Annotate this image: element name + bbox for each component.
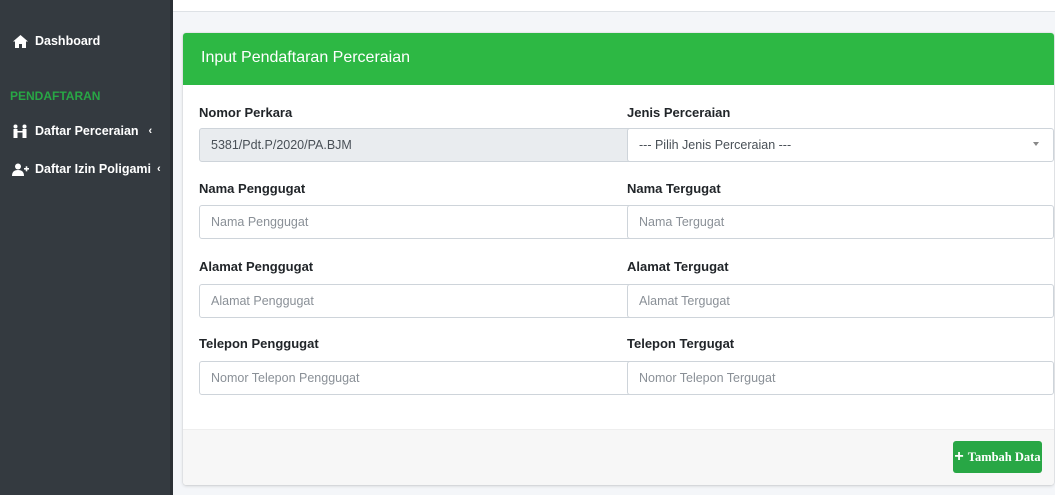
sidebar-item-label: Daftar Perceraian [35, 124, 139, 138]
chevron-left-icon: ‹ [157, 163, 161, 175]
jenis-perceraian-selected: --- Pilih Jenis Perceraian --- [639, 138, 792, 152]
sidebar: Dashboard PENDAFTARAN Daftar Perceraian … [0, 0, 173, 495]
tambah-data-label: Tambah Data [967, 449, 1041, 464]
sidebar-item-daftar-izin-poligami[interactable]: Daftar Izin Poligami ‹ [11, 162, 161, 176]
user-plus-icon [11, 162, 29, 176]
sidebar-item-dashboard[interactable]: Dashboard [11, 34, 100, 48]
telepon-penggugat-input[interactable]: Nomor Telepon Penggugat [199, 361, 635, 395]
plus-icon: + [954, 448, 964, 465]
tambah-data-button[interactable]: + Tambah Data [953, 441, 1042, 473]
telepon-tergugat-input[interactable]: Nomor Telepon Tergugat [627, 361, 1054, 395]
card-footer: + Tambah Data [183, 429, 1054, 485]
jenis-perceraian-select[interactable]: --- Pilih Jenis Perceraian --- [627, 128, 1054, 162]
sidebar-item-daftar-perceraian[interactable]: Daftar Perceraian ‹ [11, 124, 152, 138]
alamat-penggugat-input[interactable]: Alamat Penggugat [199, 284, 635, 318]
card-title: Input Pendaftaran Perceraian [183, 33, 1054, 85]
nama-penggugat-input[interactable]: Nama Penggugat [199, 205, 635, 239]
alamat-tergugat-input[interactable]: Alamat Tergugat [627, 284, 1054, 318]
telepon-tergugat-label: Telepon Tergugat [627, 336, 735, 351]
telepon-penggugat-label: Telepon Penggugat [199, 336, 319, 351]
jenis-perceraian-label: Jenis Perceraian [627, 105, 731, 120]
form-card: Input Pendaftaran Perceraian Nomor Perka… [183, 33, 1054, 485]
chevron-left-icon: ‹ [148, 125, 153, 137]
alamat-tergugat-label: Alamat Tergugat [627, 259, 729, 274]
top-navbar [173, 0, 1055, 12]
couple-icon [11, 124, 29, 138]
alamat-penggugat-label: Alamat Penggugat [199, 259, 314, 274]
sidebar-item-label: Dashboard [35, 34, 101, 48]
nomor-perkara-field[interactable]: 5381/Pdt.P/2020/PA.BJM [199, 128, 635, 162]
home-icon [11, 34, 29, 48]
sidebar-edge [170, 0, 173, 495]
sidebar-item-label: Daftar Izin Poligami [35, 162, 151, 176]
caret-down-icon [1033, 142, 1039, 146]
nama-penggugat-label: Nama Penggugat [199, 181, 306, 196]
nama-tergugat-label: Nama Tergugat [627, 181, 721, 196]
nomor-perkara-label: Nomor Perkara [199, 105, 293, 120]
nama-tergugat-input[interactable]: Nama Tergugat [627, 205, 1054, 239]
sidebar-section-header: PENDAFTARAN [10, 89, 101, 103]
